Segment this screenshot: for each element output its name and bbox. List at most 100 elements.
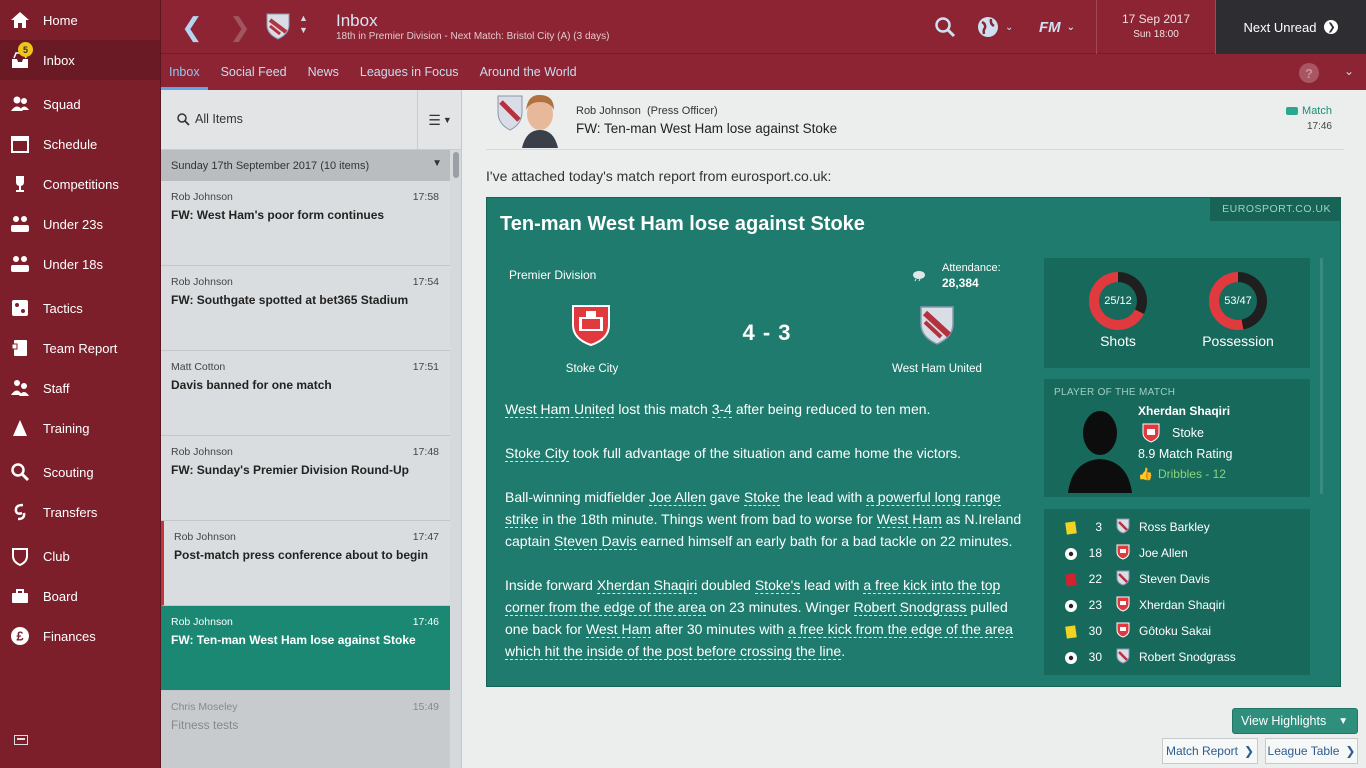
sidebar-item-inbox[interactable]: 5 Inbox xyxy=(0,40,160,80)
team-crest-icon xyxy=(1116,544,1130,560)
sidebar-item-schedule[interactable]: Schedule xyxy=(0,124,160,164)
message-intro: I've attached today's match report from … xyxy=(486,168,832,184)
away-team-name[interactable]: West Ham United xyxy=(872,363,1002,375)
tab-leagues-in-focus[interactable]: Leagues in Focus xyxy=(352,54,467,90)
top-header: ❮ ❯ ▲ ▼ Inbox 18th in Premier Division - … xyxy=(161,0,1366,54)
sidebar-item-label: Transfers xyxy=(43,504,98,520)
tag-icon xyxy=(1286,107,1299,115)
team-link[interactable]: Stoke xyxy=(743,489,780,506)
team-link[interactable]: West Ham xyxy=(585,621,652,638)
team-link[interactable]: Stoke's xyxy=(754,577,801,594)
list-item[interactable]: Rob Johnson 17:47 Post-match press confe… xyxy=(161,521,450,606)
filter-label[interactable]: All Items xyxy=(195,112,243,126)
list-options-button[interactable]: ☰ ▼ xyxy=(417,90,462,150)
event-player[interactable]: Joe Allen xyxy=(1139,546,1188,560)
west-ham-crest-icon[interactable] xyxy=(919,304,955,346)
sidebar-item-competitions[interactable]: Competitions xyxy=(0,164,160,204)
potm-club[interactable]: Stoke xyxy=(1172,426,1204,440)
list-item[interactable]: Matt Cotton 17:51 Davis banned for one m… xyxy=(161,351,450,436)
back-button[interactable]: ❮ xyxy=(181,14,203,40)
event-player[interactable]: Steven Davis xyxy=(1139,572,1210,586)
team-link[interactable]: West Ham United xyxy=(505,401,615,418)
player-link[interactable]: Joe Allen xyxy=(648,489,706,506)
fm-menu-button[interactable]: FM ⌄ xyxy=(1039,15,1089,39)
event-player[interactable]: Gôtoku Sakai xyxy=(1139,624,1211,638)
sidebar-item-under-18s[interactable]: Under 18s xyxy=(0,244,160,284)
game-date[interactable]: 17 Sep 2017 Sun 18:00 xyxy=(1096,0,1216,54)
next-unread-button[interactable]: Next Unread ❯ xyxy=(1216,0,1366,54)
list-item-selected[interactable]: Rob Johnson 17:46 FW: Ten-man West Ham l… xyxy=(161,606,450,691)
world-menu-button[interactable]: ⌄ xyxy=(977,15,1023,39)
player-link[interactable]: Robert Snodgrass xyxy=(853,599,967,616)
sidebar-item-club[interactable]: Club xyxy=(0,536,160,576)
home-team-name[interactable]: Stoke City xyxy=(527,363,657,375)
match-report-button[interactable]: Match Report ❯ xyxy=(1162,738,1258,764)
date-group-header[interactable]: Sunday 17th September 2017 (10 items) ▼ xyxy=(161,150,450,181)
potm-name[interactable]: Xherdan Shaqiri xyxy=(1138,404,1230,418)
score-link[interactable]: 3-4 xyxy=(711,401,732,418)
tab-around-the-world[interactable]: Around the World xyxy=(472,54,585,90)
club-switch-icon[interactable]: ▲ ▼ xyxy=(299,12,308,36)
tab-inbox[interactable]: Inbox xyxy=(161,54,208,90)
sidebar-item-label: Squad xyxy=(43,96,81,112)
search-icon[interactable] xyxy=(933,15,957,39)
list-item[interactable]: Rob Johnson 17:54 FW: Southgate spotted … xyxy=(161,266,450,351)
report-paragraph: Stoke City took full advantage of the si… xyxy=(505,445,962,462)
message-sender: Rob Johnson xyxy=(174,531,236,543)
list-item[interactable]: Chris Moseley 15:49 Fitness tests xyxy=(161,691,450,768)
tab-social-feed[interactable]: Social Feed xyxy=(213,54,295,90)
sidebar-item-home[interactable]: Home xyxy=(0,0,160,40)
help-icon[interactable]: ? xyxy=(1299,63,1319,83)
sidebar-item-label: Board xyxy=(43,588,78,604)
shots-value: 25/12 xyxy=(1099,282,1137,320)
sidebar-item-team-report[interactable]: Team Report xyxy=(0,328,160,368)
sidebar-item-finances[interactable]: £ Finances xyxy=(0,616,160,656)
globe-icon xyxy=(978,17,998,37)
tab-news[interactable]: News xyxy=(300,54,347,90)
sidebar-item-training[interactable]: Training xyxy=(0,408,160,448)
report-title: Ten-man West Ham lose against Stoke xyxy=(500,213,865,235)
sidebar-item-label: Training xyxy=(43,420,90,436)
sidebar-item-staff[interactable]: Staff xyxy=(0,368,160,408)
sidebar-item-scouting[interactable]: Scouting xyxy=(0,452,160,492)
sidebar-item-under-23s[interactable]: Under 23s xyxy=(0,204,160,244)
view-highlights-button[interactable]: View Highlights ▼ xyxy=(1232,708,1358,734)
player-of-the-match[interactable]: PLAYER OF THE MATCH Xherdan Shaqiri Stok… xyxy=(1044,379,1310,497)
team-link[interactable]: West Ham xyxy=(876,511,942,528)
event-player[interactable]: Xherdan Shaqiri xyxy=(1139,598,1225,612)
message-header: Rob Johnson (Press Officer) FW: Ten-man … xyxy=(486,90,1344,150)
transfers-icon xyxy=(10,502,30,522)
list-item[interactable]: Rob Johnson 17:48 FW: Sunday's Premier D… xyxy=(161,436,450,521)
chevron-down-icon[interactable]: ⌄ xyxy=(1344,64,1354,78)
sender-name[interactable]: Rob Johnson (Press Officer) xyxy=(576,105,718,117)
club-crest-icon[interactable] xyxy=(266,12,290,40)
list-item[interactable]: Rob Johnson 17:58 FW: West Ham's poor fo… xyxy=(161,181,450,266)
calendar-icon xyxy=(10,134,30,154)
sidebar-item-board[interactable]: Board xyxy=(0,576,160,616)
message-subject: Post-match press conference about to beg… xyxy=(174,548,429,562)
match-event: 30 Robert Snodgrass xyxy=(1044,648,1310,674)
league-table-button[interactable]: League Table ❯ xyxy=(1265,738,1358,764)
list-scrollbar[interactable] xyxy=(453,152,459,178)
possession-donut-chart: 53/47 xyxy=(1209,272,1267,330)
stats-scrollbar[interactable] xyxy=(1320,258,1323,494)
event-player[interactable]: Ross Barkley xyxy=(1139,520,1210,534)
tactics-icon xyxy=(10,298,30,318)
team-link[interactable]: Stoke City xyxy=(505,445,569,462)
sidebar-item-transfers[interactable]: Transfers xyxy=(0,492,160,532)
player-link[interactable]: Steven Davis xyxy=(554,533,637,550)
report-paragraph: Ball-winning midfielder Joe Allen gave S… xyxy=(505,489,1022,550)
message-subject: FW: Sunday's Premier Division Round-Up xyxy=(171,463,409,477)
event-player[interactable]: Robert Snodgrass xyxy=(1139,650,1236,664)
pound-icon: £ xyxy=(10,626,30,646)
forward-button[interactable]: ❯ xyxy=(229,14,251,40)
stoke-city-crest-icon[interactable] xyxy=(571,303,611,347)
competition-name[interactable]: Premier Division xyxy=(509,268,596,282)
sender-avatar[interactable] xyxy=(496,92,560,148)
possession-value: 53/47 xyxy=(1219,282,1257,320)
player-link[interactable]: Xherdan Shaqiri xyxy=(596,577,698,594)
sidebar-item-squad[interactable]: Squad xyxy=(0,84,160,124)
sidebar-item-tactics[interactable]: Tactics xyxy=(0,288,160,328)
keyboard-icon[interactable] xyxy=(14,735,28,748)
yellow-card-icon xyxy=(1065,625,1077,639)
